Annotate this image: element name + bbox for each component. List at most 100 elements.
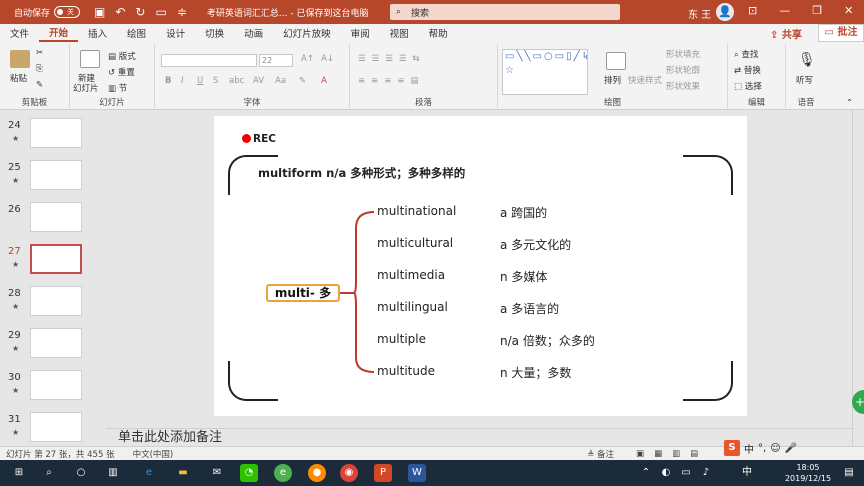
present-icon[interactable]: ▭ — [155, 5, 166, 19]
windows-start-icon[interactable]: ⊞ — [10, 464, 28, 482]
collapse-ribbon-icon[interactable]: ⌃ — [846, 98, 853, 108]
view-buttons[interactable]: ▣▦▥▤ — [636, 449, 708, 459]
root-node[interactable]: multi- 多 — [266, 284, 340, 302]
paste-icon[interactable] — [10, 50, 30, 68]
customize-qat-icon[interactable]: ≑ — [177, 5, 187, 19]
search-icon[interactable]: ⌕ — [40, 464, 58, 482]
format-painter-icon[interactable]: ✎ — [36, 80, 43, 90]
notes-toggle-button[interactable]: ≜ 备注 — [587, 448, 614, 460]
strikethrough-button[interactable]: abc — [229, 76, 244, 86]
list-item[interactable]: multitude n 大量；多数 — [377, 364, 571, 380]
browser-icon[interactable]: e — [274, 464, 292, 482]
wechat-icon[interactable]: ◔ — [240, 464, 258, 482]
microphone-icon[interactable]: 🎙 — [798, 52, 816, 68]
user-name[interactable]: 东 王 — [688, 6, 711, 21]
list-item[interactable]: multicultural a 多元文化的 — [377, 236, 571, 252]
ribbon-display-icon[interactable]: ⊡ — [748, 4, 757, 17]
firefox-icon[interactable]: ● — [308, 464, 326, 482]
thumbnail-slide-28[interactable]: 28 ★ — [0, 282, 106, 324]
cortana-icon[interactable]: ○ — [72, 464, 90, 482]
volume-icon[interactable]: ♪ — [700, 464, 712, 482]
list-item[interactable]: multilingual a 多语言的 — [377, 300, 559, 316]
mail-icon[interactable]: ✉ — [208, 464, 226, 482]
ime-indicator-icon[interactable]: 中 — [740, 464, 754, 482]
decrease-font-icon[interactable]: A↓ — [321, 54, 334, 64]
thumbnail-slide-30[interactable]: 30 ★ — [0, 366, 106, 408]
powerpoint-icon[interactable]: P — [374, 464, 392, 482]
paste-button[interactable]: 粘贴 — [10, 72, 27, 84]
voice-input-icon[interactable]: 🎤 — [785, 443, 797, 454]
redo-icon[interactable]: ↻ — [135, 5, 145, 19]
avatar[interactable]: 👤 — [716, 3, 734, 21]
ime-toolbar[interactable]: S 中 °, ☺ 🎤 — [724, 440, 797, 456]
tab-file[interactable]: 文件 — [0, 26, 39, 40]
arrange-button[interactable]: 排列 — [604, 74, 621, 86]
list-item[interactable]: multinational a 跨国的 — [377, 204, 547, 220]
replace-button[interactable]: ⇄ 替换 — [734, 64, 761, 76]
tab-animations[interactable]: 动画 — [234, 26, 273, 40]
highlight-icon[interactable]: ✎ — [299, 76, 306, 86]
close-icon[interactable]: ✕ — [844, 4, 853, 17]
tab-review[interactable]: 审阅 — [341, 26, 380, 40]
edge-icon[interactable]: e — [140, 464, 158, 482]
find-button[interactable]: ⌕ 查找 — [734, 48, 758, 60]
tab-design[interactable]: 设计 — [156, 26, 195, 40]
comments-button[interactable]: ▭ 批注 — [818, 24, 864, 42]
new-slide-button-line2[interactable]: 幻灯片 — [73, 82, 99, 94]
bold-button[interactable]: B — [165, 76, 171, 86]
file-explorer-icon[interactable]: ▬ — [174, 464, 192, 482]
tab-home[interactable]: 开始 — [39, 25, 79, 42]
copy-icon[interactable]: ⎘ — [36, 64, 43, 74]
thumbnail-slide-26[interactable]: 26 — [0, 198, 106, 240]
thumbnail-slide-27[interactable]: 27 ★ — [0, 240, 106, 282]
shape-outline-button[interactable]: 形状轮廓 — [666, 64, 700, 76]
tab-slideshow[interactable]: 幻灯片放映 — [273, 26, 341, 40]
align-buttons[interactable]: ≡≡≡≡▤ — [358, 76, 425, 86]
autosave-control[interactable]: 自动保存 关 — [14, 6, 81, 19]
sogou-icon[interactable]: S — [724, 440, 740, 456]
list-item[interactable]: multimedia n 多媒体 — [377, 268, 547, 284]
notifications-icon[interactable]: ▤ — [842, 464, 856, 482]
network-icon[interactable]: ▭ — [680, 464, 692, 482]
change-case-button[interactable]: Aa — [275, 76, 286, 86]
restore-icon[interactable]: ❐ — [812, 4, 822, 17]
char-spacing-button[interactable]: AV — [253, 76, 264, 86]
shape-fill-button[interactable]: 形状填充 — [666, 48, 700, 60]
search-input[interactable]: ⌕ 搜索 — [390, 4, 620, 20]
tab-draw[interactable]: 绘图 — [117, 26, 156, 40]
system-clock[interactable]: 18:05 2019/12/15 — [778, 462, 838, 484]
undo-icon[interactable]: ↶ — [115, 5, 125, 19]
increase-font-icon[interactable]: A↑ — [301, 54, 314, 64]
font-name-field[interactable] — [161, 54, 257, 67]
font-size-field[interactable]: 22 — [259, 54, 293, 67]
thumbnail-slide-24[interactable]: 24 ★ — [0, 114, 106, 156]
tray-overflow-icon[interactable]: ⌃ — [640, 464, 652, 482]
save-icon[interactable]: ▣ — [94, 5, 105, 19]
shapes-gallery[interactable]: ▭╲╲▭○▭▯╱↳⇨⇩⬠⌒⌒◝{}☆ — [502, 49, 588, 95]
select-button[interactable]: ⬚ 选择 — [734, 80, 762, 92]
shape-effects-button[interactable]: 形状效果 — [666, 80, 700, 92]
cut-icon[interactable]: ✂ — [36, 48, 43, 58]
font-color-button[interactable]: A — [321, 76, 327, 86]
arrange-icon[interactable] — [606, 52, 626, 70]
tray-app-icon[interactable]: ◐ — [660, 464, 672, 482]
task-view-icon[interactable]: ▥ — [104, 464, 122, 482]
reset-button[interactable]: ↺ 重置 — [108, 66, 135, 78]
italic-button[interactable]: I — [181, 76, 184, 86]
thumbnail-slide-25[interactable]: 25 ★ — [0, 156, 106, 198]
tab-insert[interactable]: 插入 — [78, 26, 117, 40]
tab-help[interactable]: 帮助 — [419, 26, 458, 40]
thumbnail-slide-29[interactable]: 29 ★ — [0, 324, 106, 366]
tab-view[interactable]: 视图 — [380, 26, 419, 40]
list-item[interactable]: multiple n/a 倍数；众多的 — [377, 332, 595, 348]
layout-button[interactable]: ▤ 版式 — [108, 50, 136, 62]
thumbnail-slide-31[interactable]: 31 ★ — [0, 408, 106, 450]
section-button[interactable]: ▥ 节 — [108, 82, 127, 94]
thumbnails-scrollbar[interactable] — [94, 110, 106, 446]
current-slide[interactable]: REC multiform n/a 多种形式；多种多样的 multi- 多 mu… — [214, 116, 747, 416]
chrome-icon[interactable]: ◉ — [340, 464, 358, 482]
list-buttons[interactable]: ☰☰☰☰⇆ — [358, 54, 426, 64]
shadow-button[interactable]: S — [213, 76, 218, 86]
language-status[interactable]: 中文(中国) — [133, 448, 174, 460]
word-icon[interactable]: W — [408, 464, 426, 482]
